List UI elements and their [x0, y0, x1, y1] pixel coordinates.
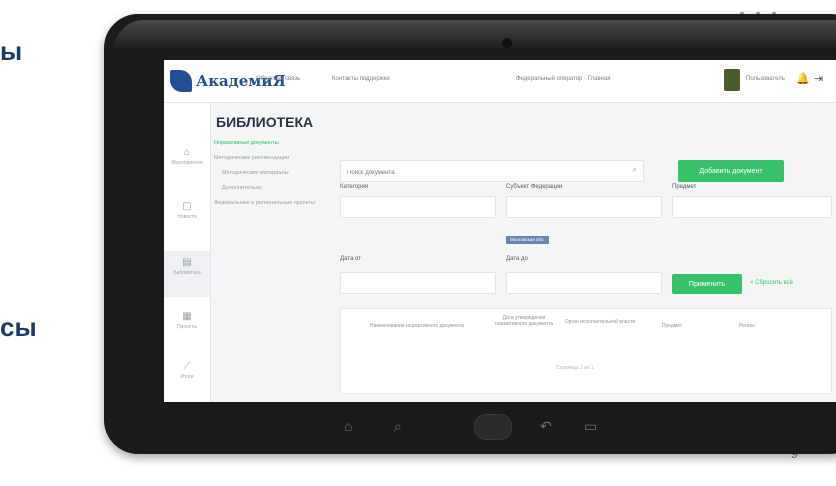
home-nav-icon[interactable]: ⌂	[344, 418, 352, 434]
tree-item-normative[interactable]: Нормативные документы	[214, 140, 332, 146]
user-name[interactable]: Пользователь	[746, 76, 785, 82]
bell-icon[interactable]: 🔔	[796, 72, 810, 85]
header-link-operator[interactable]: Федеральный оператор · Главная	[516, 76, 611, 82]
back-nav-icon[interactable]: ↶	[540, 418, 552, 435]
table-header-date[interactable]: Дата утверждения нормативного документа	[491, 315, 557, 327]
search-nav-icon[interactable]: ⌕	[394, 418, 402, 435]
courses-icon: ▦	[182, 311, 192, 322]
camera-icon	[502, 38, 512, 48]
search-box: ⌕	[340, 160, 644, 182]
pagination[interactable]: Страница 1 из 1	[556, 365, 593, 371]
table-header-name[interactable]: Наименование нормативного документа	[347, 323, 487, 329]
page-title: БИБЛИОТЕКА	[216, 114, 314, 130]
search-icon[interactable]: ⌕	[633, 165, 637, 175]
library-icon: ▤	[182, 257, 192, 268]
tree-item-additional[interactable]: Дополнительно	[214, 185, 332, 191]
slide-heading-fragment-top: ы	[0, 36, 23, 66]
tree-item-projects[interactable]: Федеральные и региональные проекты	[214, 200, 332, 206]
chart-icon: ⟋	[183, 361, 191, 372]
apply-button[interactable]: Применить	[672, 274, 742, 294]
date-from-field[interactable]	[340, 272, 496, 294]
rail-item-projects[interactable]: ▦ Проекты	[164, 311, 210, 330]
logo[interactable]: АкадемиЯ	[170, 68, 286, 94]
header-link-support[interactable]: Контакты поддержки	[332, 76, 390, 82]
slide-heading-fragment-bottom: сы	[0, 312, 37, 342]
subject-label: Предмет	[672, 184, 697, 190]
region-field[interactable]	[506, 196, 662, 218]
documents-table: Наименование нормативного документа Дата…	[340, 308, 832, 394]
category-label: Категория	[340, 184, 369, 190]
tablet-bezel-highlight	[114, 20, 836, 50]
add-document-button[interactable]: Добавить документ	[678, 160, 784, 182]
subject-field[interactable]	[672, 196, 832, 218]
tablet-device: АкадемиЯ Обратная связь Контакты поддерж…	[104, 14, 836, 454]
logout-icon[interactable]: ⇥	[814, 72, 823, 85]
rail-item-events[interactable]: ⌂ Мероприятия	[164, 147, 210, 166]
date-to-label: Дата до	[506, 256, 528, 262]
tablet-screen: АкадемиЯ Обратная связь Контакты поддерж…	[164, 60, 836, 402]
region-label: Субъект Федерации	[506, 184, 563, 190]
home-key[interactable]	[474, 414, 512, 440]
date-to-field[interactable]	[506, 272, 662, 294]
rail-item-news[interactable]: ▢ Новости	[164, 201, 210, 220]
reset-all-link[interactable]: × Сбросить всё	[750, 280, 793, 286]
avatar[interactable]	[724, 69, 740, 91]
category-field[interactable]	[340, 196, 496, 218]
region-chip[interactable]: Московская обл.	[506, 236, 549, 244]
rail-item-library[interactable]: ▤ Библиотека	[164, 251, 210, 297]
tree-item-methodical[interactable]: Методические рекомендации	[214, 155, 332, 161]
tablet-nav-bar: ⌂ ⌕ ↶ ▭	[344, 414, 644, 444]
calendar-icon: ▢	[182, 201, 192, 212]
eagle-logo-icon	[170, 70, 192, 92]
icon-rail: ⌂ Мероприятия ▢ Новости ▤ Библиотека ▦ П…	[164, 103, 211, 402]
home-icon: ⌂	[183, 147, 191, 158]
header-link-feedback[interactable]: Обратная связь	[256, 76, 300, 82]
table-header-region[interactable]: Регион	[717, 323, 777, 329]
table-header-authority[interactable]: Орган исполнительной власти	[563, 319, 637, 325]
recent-apps-icon[interactable]: ▭	[584, 418, 597, 435]
date-from-label: Дата от	[340, 256, 361, 262]
table-header-subject[interactable]: Предмет	[647, 323, 697, 329]
category-tree: Нормативные документы Методические реком…	[214, 140, 332, 215]
tree-item-materials[interactable]: Методические материалы	[214, 170, 332, 176]
rail-item-results[interactable]: ⟋ Итоги	[164, 361, 210, 380]
app-header: АкадемиЯ Обратная связь Контакты поддерж…	[164, 60, 836, 103]
search-input[interactable]	[341, 164, 623, 182]
